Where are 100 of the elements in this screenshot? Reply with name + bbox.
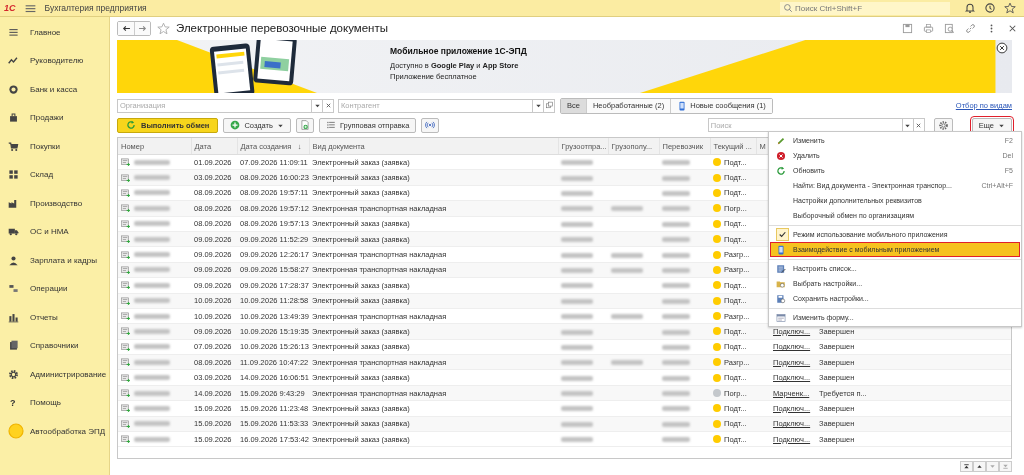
phone-icon bbox=[677, 100, 688, 111]
truck-icon bbox=[8, 226, 19, 238]
link-icon[interactable] bbox=[965, 22, 976, 34]
document-icon bbox=[121, 311, 131, 322]
caret-icon bbox=[313, 102, 321, 109]
page-up-button[interactable] bbox=[973, 461, 986, 472]
save-icon[interactable] bbox=[902, 22, 913, 34]
blurred-text bbox=[662, 344, 690, 350]
sidebar-item[interactable]: Операции bbox=[30, 284, 68, 294]
blurred-text bbox=[561, 298, 593, 304]
blurred-text bbox=[134, 298, 170, 304]
sidebar-item[interactable]: Автообработка ЭПД bbox=[30, 426, 106, 436]
blurred-text bbox=[134, 375, 170, 381]
signal-button[interactable] bbox=[421, 117, 440, 133]
blurred-text bbox=[561, 191, 593, 196]
blurred-text bbox=[561, 314, 593, 320]
blurred-text bbox=[662, 360, 690, 366]
blurred-text bbox=[134, 190, 170, 196]
bar-chart-icon bbox=[8, 311, 19, 323]
sidebar-item[interactable]: Руководителю bbox=[30, 56, 84, 66]
arrow-down-icon bbox=[1002, 463, 1009, 470]
star-icon[interactable] bbox=[157, 21, 170, 35]
pencil-icon bbox=[776, 135, 786, 146]
last-page-button[interactable] bbox=[999, 461, 1012, 472]
sidebar-item[interactable]: Производство bbox=[30, 198, 83, 208]
blurred-text bbox=[134, 329, 170, 334]
sidebar-item[interactable]: Банк и касса bbox=[30, 84, 78, 94]
sidebar-item[interactable]: Администрирование bbox=[30, 369, 107, 379]
preview-icon[interactable] bbox=[944, 22, 955, 34]
copy-icon bbox=[544, 101, 554, 110]
blurred-text bbox=[561, 283, 593, 289]
blurred-text bbox=[134, 282, 170, 288]
close-icon bbox=[915, 121, 923, 129]
bell-icon[interactable] bbox=[964, 2, 976, 14]
blurred-text bbox=[561, 406, 593, 412]
arrow-down-icon bbox=[989, 463, 996, 470]
check-icon bbox=[778, 230, 787, 239]
sidebar-item[interactable]: Продажи bbox=[30, 113, 64, 123]
blurred-text bbox=[662, 298, 690, 304]
blurred-text bbox=[561, 160, 593, 166]
sidebar-item[interactable]: ОС и НМА bbox=[30, 227, 69, 237]
plus-icon bbox=[230, 120, 241, 130]
blurred-text bbox=[561, 421, 593, 427]
books-icon bbox=[8, 340, 19, 352]
open-button[interactable] bbox=[544, 98, 555, 113]
arrow-up-icon bbox=[976, 463, 983, 470]
blurred-text bbox=[662, 283, 690, 289]
dropdown-button[interactable] bbox=[312, 98, 323, 113]
circle-icon bbox=[8, 423, 24, 440]
sidebar-item[interactable]: Отчеты bbox=[30, 312, 58, 322]
document-icon bbox=[121, 172, 131, 183]
blurred-text bbox=[561, 329, 593, 335]
document-icon bbox=[121, 372, 131, 383]
blurred-text bbox=[662, 329, 690, 335]
sidebar-item[interactable]: Справочники bbox=[30, 341, 79, 351]
phone-icon bbox=[776, 244, 786, 255]
add-document-button[interactable] bbox=[295, 117, 314, 133]
blurred-text bbox=[561, 221, 593, 227]
logo[interactable]: 1С bbox=[4, 3, 16, 13]
back-button[interactable] bbox=[118, 21, 134, 35]
window-title: Электронные перевозочные документы bbox=[176, 22, 388, 34]
sidebar-item[interactable]: Главное bbox=[30, 27, 61, 37]
star-icon[interactable] bbox=[1004, 2, 1016, 14]
blurred-text bbox=[662, 175, 690, 181]
first-page-button[interactable] bbox=[960, 461, 973, 472]
printer-icon[interactable] bbox=[923, 22, 934, 34]
document-icon bbox=[121, 203, 131, 214]
sidebar-item[interactable]: Зарплата и кадры bbox=[30, 255, 97, 265]
blurred-text bbox=[134, 359, 170, 365]
history-icon[interactable] bbox=[984, 2, 996, 14]
clear-button[interactable] bbox=[323, 98, 334, 113]
signal-icon bbox=[425, 120, 436, 130]
close-icon[interactable] bbox=[996, 42, 1008, 54]
blurred-text bbox=[662, 206, 690, 212]
blurred-text bbox=[662, 421, 690, 427]
document-icon bbox=[121, 434, 131, 445]
search-field[interactable]: Поиск Ctrl+Shift+F bbox=[780, 1, 950, 15]
form-icon bbox=[776, 312, 786, 323]
save-settings-icon bbox=[776, 293, 786, 304]
blurred-text bbox=[662, 437, 690, 443]
document-icon bbox=[121, 187, 131, 198]
dropdown-button[interactable] bbox=[533, 98, 544, 113]
checkbox[interactable] bbox=[776, 228, 789, 241]
factory-icon bbox=[8, 197, 19, 209]
blurred-text bbox=[662, 314, 690, 320]
caret-icon bbox=[534, 102, 542, 109]
cart-icon bbox=[8, 140, 19, 152]
list-icon bbox=[325, 120, 336, 130]
settings-icon bbox=[8, 368, 19, 380]
refresh-icon bbox=[776, 165, 786, 176]
bag-icon bbox=[8, 112, 19, 124]
sidebar-item[interactable]: Покупки bbox=[30, 141, 61, 151]
document-icon bbox=[121, 157, 131, 168]
document-icon bbox=[121, 249, 131, 260]
sidebar-item[interactable]: Помощь bbox=[30, 398, 61, 408]
blurred-text bbox=[561, 344, 593, 350]
blurred-text bbox=[561, 267, 593, 273]
blurred-text bbox=[134, 436, 170, 442]
sidebar-item[interactable]: Склад bbox=[30, 170, 54, 180]
delete-icon bbox=[776, 150, 786, 161]
